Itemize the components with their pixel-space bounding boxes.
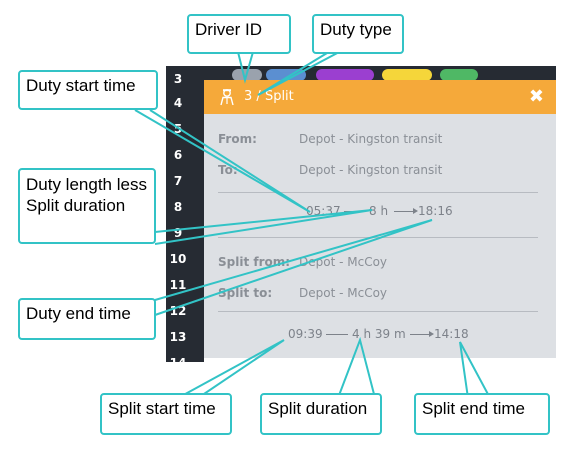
leader-driver-id: [237, 51, 254, 84]
leader-split-start: [177, 339, 285, 399]
leader-split-duration: [337, 336, 376, 399]
callout-duty-end-time: Duty end time: [18, 298, 156, 340]
leader-duty-type: [257, 49, 344, 96]
callout-duty-length: Duty length less Split duration: [18, 168, 156, 244]
callout-split-duration: Split duration: [260, 393, 382, 435]
leader-duty-end: [154, 219, 433, 316]
callout-split-end-time: Split end time: [414, 393, 550, 435]
leader-split-end: [459, 341, 491, 399]
callout-driver-id: Driver ID: [187, 14, 291, 54]
callout-duty-type: Duty type: [312, 14, 404, 54]
leader-duty-length: [154, 209, 373, 245]
leader-duty-start: [134, 109, 311, 213]
callout-split-start-time: Split start time: [100, 393, 232, 435]
callout-duty-start-time: Duty start time: [18, 70, 158, 110]
